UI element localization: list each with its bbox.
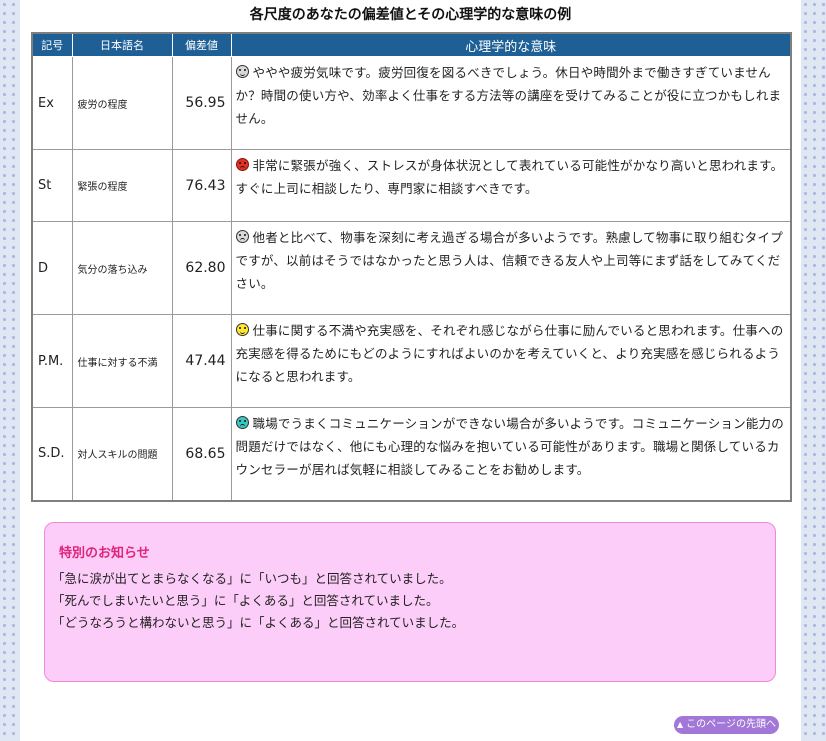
notice-line: 「急に涙が出てとまらなくなる」に「いつも」と回答されていました。 — [52, 571, 452, 586]
scale-table: 記号 日本語名 偏差値 心理学的な意味 Ex 疲労の程度 56.95 ややや疲労… — [31, 32, 792, 502]
notice-line: 「どうなろうと構わないと思う」に「よくある」と回答されていました。 — [52, 615, 465, 630]
meaning-text: 非常に緊張が強く、ストレスが身体状況として表れている可能性がかなり高いと思われま… — [235, 158, 784, 196]
cell-score: 76.43 — [171, 149, 232, 222]
frowning-face-icon — [235, 158, 249, 171]
col-header-score: 偏差値 — [171, 32, 232, 57]
cell-meaning: ややや疲労気味です。疲労回復を図るべきでしょう。休日や時間外まで働きすぎていませ… — [230, 56, 792, 150]
back-to-top-label: このページの先頭へ — [686, 719, 776, 730]
cell-code: St — [31, 149, 73, 222]
cell-meaning: 職場でうまくコミュニケーションができない場合が多いようです。コミュニケーション能… — [230, 407, 792, 501]
table-header-row: 記号 日本語名 偏差値 心理学的な意味 — [31, 32, 792, 57]
table-row: Ex 疲労の程度 56.95 ややや疲労気味です。疲労回復を図るべきでしょう。休… — [31, 56, 792, 150]
meaning-text: ややや疲労気味です。疲労回復を図るべきでしょう。休日や時間外まで働きすぎていませ… — [235, 65, 782, 126]
special-notice-box: 特別のお知らせ 「急に涙が出てとまらなくなる」に「いつも」と回答されていました。… — [44, 522, 776, 682]
cell-code: D — [31, 221, 73, 315]
cell-meaning: 他者と比べて、物事を深刻に考え過ぎる場合が多いようです。熟慮して物事に取り組むタ… — [230, 221, 792, 315]
cell-name: 緊張の程度 — [71, 149, 173, 222]
col-header-name: 日本語名 — [71, 32, 173, 57]
main-content: 各尺度のあなたの偏差値とその心理学的な意味の例 記号 日本語名 偏差値 心理学的… — [20, 0, 801, 741]
cell-name: 疲労の程度 — [71, 56, 173, 150]
page-title: 各尺度のあなたの偏差値とその心理学的な意味の例 — [249, 7, 572, 23]
cell-name: 仕事に対する不満 — [71, 314, 173, 408]
back-to-top-button[interactable]: ▲ このページの先頭へ — [674, 716, 779, 734]
worried-face-icon — [235, 65, 249, 78]
cell-code: S.D. — [31, 407, 73, 501]
cell-score: 68.65 — [171, 407, 232, 501]
up-arrow-icon: ▲ — [677, 720, 684, 729]
cell-score: 56.95 — [171, 56, 232, 150]
cell-code: Ex — [31, 56, 73, 150]
cell-meaning: 非常に緊張が強く、ストレスが身体状況として表れている可能性がかなり高いと思われま… — [230, 149, 792, 222]
cell-name: 気分の落ち込み — [71, 221, 173, 315]
meaning-text: 他者と比べて、物事を深刻に考え過ぎる場合が多いようです。熟慮して物事に取り組むタ… — [235, 230, 783, 291]
col-header-meaning: 心理学的な意味 — [230, 32, 792, 57]
cell-meaning: 仕事に関する不満や充実感を、それぞれ感じながら仕事に励んでいると思われます。仕事… — [230, 314, 792, 408]
meaning-text: 職場でうまくコミュニケーションができない場合が多いようです。コミュニケーション能… — [235, 416, 784, 477]
smiling-face-icon — [235, 323, 249, 336]
cell-score: 62.80 — [171, 221, 232, 315]
table-row: P.M. 仕事に対する不満 47.44 仕事に関する不満や充実感を、それぞれ感じ… — [31, 314, 792, 408]
cell-code: P.M. — [31, 314, 73, 408]
notice-title: 特別のお知らせ — [59, 546, 150, 561]
table-row: D 気分の落ち込み 62.80 他者と比べて、物事を深刻に考え過ぎる場合が多いよ… — [31, 221, 792, 315]
table-row: S.D. 対人スキルの問題 68.65 職場でうまくコミュニケーションができない… — [31, 407, 792, 501]
worried-face-icon — [235, 230, 249, 243]
table-row: St 緊張の程度 76.43 非常に緊張が強く、ストレスが身体状況として表れてい… — [31, 149, 792, 222]
cell-name: 対人スキルの問題 — [71, 407, 173, 501]
frowning-face-icon — [235, 416, 249, 429]
meaning-text: 仕事に関する不満や充実感を、それぞれ感じながら仕事に励んでいると思われます。仕事… — [235, 323, 784, 384]
cell-score: 47.44 — [171, 314, 232, 408]
col-header-code: 記号 — [31, 32, 73, 57]
notice-line: 「死んでしまいたいと思う」に「よくある」と回答されていました。 — [52, 593, 439, 608]
